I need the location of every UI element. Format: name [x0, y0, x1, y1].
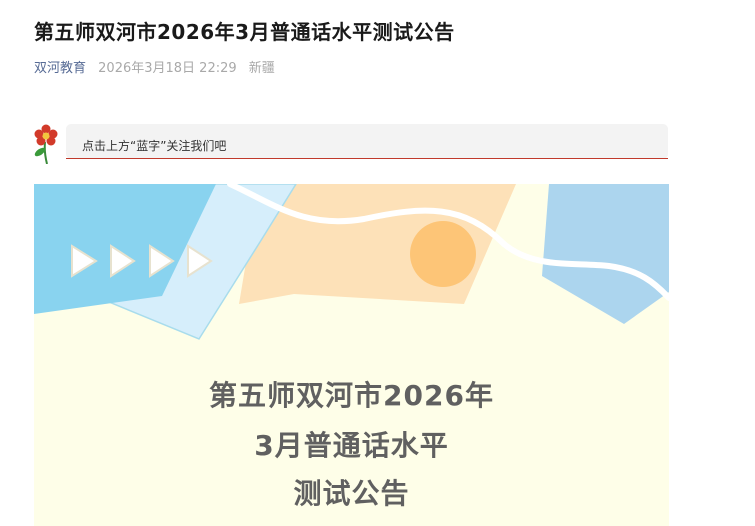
banner-divider — [66, 158, 668, 159]
cover-title-line-3: 测试公告 — [293, 477, 410, 510]
flower-icon — [34, 124, 58, 164]
account-name-link[interactable]: 双河教育 — [34, 61, 86, 76]
article-title: 第五师双河市2026年3月普通话水平测试公告 — [34, 20, 455, 44]
follow-banner[interactable]: 点击上方“蓝字”关注我们吧 — [66, 124, 668, 159]
publish-date: 2026年3月18日 22:29 — [98, 61, 237, 76]
cover-title-line-1: 第五师双河市2026年 — [209, 379, 494, 412]
publish-location: 新疆 — [248, 61, 275, 76]
article-page: 第五师双河市2026年3月普通话水平测试公告 双河教育 2026年3月18日 2… — [0, 0, 755, 526]
follow-prompt-text: 点击上方“蓝字”关注我们吧 — [82, 139, 227, 153]
cover-title-line-2: 3月普通话水平 — [254, 429, 449, 462]
cover-image[interactable]: 第五师双河市2026年 3月普通话水平 测试公告 — [34, 184, 669, 526]
article-meta: 双河教育 2026年3月18日 22:29 新疆 — [34, 57, 275, 76]
